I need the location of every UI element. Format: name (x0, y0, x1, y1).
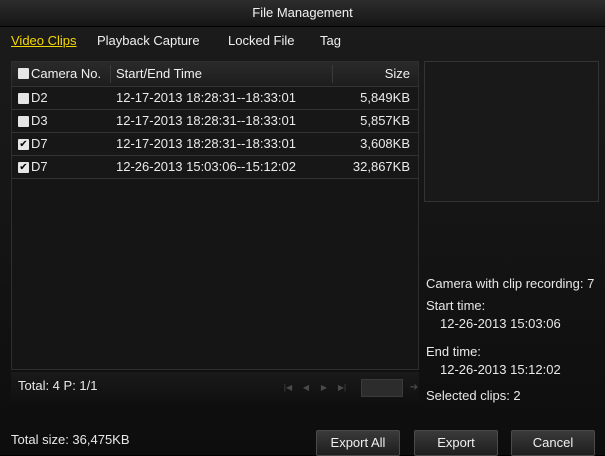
select-all-checkbox[interactable] (18, 68, 29, 79)
row-size: 5,849KB (360, 90, 410, 105)
row-camera: D3 (31, 113, 48, 128)
row-checkbox[interactable] (18, 116, 29, 127)
table-row[interactable]: D3 12-17-2013 18:28:31--18:33:01 5,857KB (12, 110, 418, 133)
start-time-value: 12-26-2013 15:03:06 (440, 316, 561, 331)
header-camera-no[interactable]: Camera No. (31, 62, 101, 86)
row-size: 3,608KB (360, 136, 410, 151)
preview-window (424, 61, 599, 202)
camera-clip-count: Camera with clip recording: 7 (426, 276, 595, 291)
row-camera: D7 (31, 159, 48, 174)
column-divider (332, 65, 333, 83)
table-row[interactable]: D2 12-17-2013 18:28:31--18:33:01 5,849KB (12, 87, 418, 110)
go-page-icon[interactable]: ➔ (407, 381, 421, 395)
prev-page-icon[interactable]: ◀ (299, 381, 313, 395)
tab-playback-capture[interactable]: Playback Capture (97, 30, 200, 52)
row-camera: D2 (31, 90, 48, 105)
row-checkbox[interactable] (18, 93, 29, 104)
export-button[interactable]: Export (414, 430, 498, 456)
tab-locked-file[interactable]: Locked File (228, 30, 294, 52)
tab-video-clips[interactable]: Video Clips (11, 30, 77, 52)
row-time: 12-26-2013 15:03:06--15:12:02 (116, 159, 296, 174)
next-page-icon[interactable]: ▶ (317, 381, 331, 395)
column-divider (110, 65, 111, 83)
row-time: 12-17-2013 18:28:31--18:33:01 (116, 90, 296, 105)
export-all-button[interactable]: Export All (316, 430, 400, 456)
header-start-end-time[interactable]: Start/End Time (116, 62, 202, 86)
row-camera: D7 (31, 136, 48, 151)
table-row[interactable]: ✔ D7 12-26-2013 15:03:06--15:12:02 32,86… (12, 156, 418, 179)
total-count: Total: 4 P: 1/1 (18, 378, 98, 393)
bottom-bar: Total size: 36,475KB Export All Export C… (0, 420, 605, 456)
list-footer: Total: 4 P: 1/1 |◀ ◀ ▶ ▶| ➔ (11, 372, 419, 402)
file-management-window: File Management Video Clips Playback Cap… (0, 0, 605, 456)
start-time-label: Start time: (426, 298, 486, 313)
total-size: Total size: 36,475KB (11, 432, 130, 447)
last-page-icon[interactable]: ▶| (335, 381, 349, 395)
end-time-label: End time: (426, 344, 481, 359)
table-header: Camera No. Start/End Time Size (12, 62, 418, 87)
table-row[interactable]: ✔ D7 12-17-2013 18:28:31--18:33:01 3,608… (12, 133, 418, 156)
header-size[interactable]: Size (385, 62, 410, 86)
end-time-value: 12-26-2013 15:12:02 (440, 362, 561, 377)
row-size: 5,857KB (360, 113, 410, 128)
row-time: 12-17-2013 18:28:31--18:33:01 (116, 113, 296, 128)
row-time: 12-17-2013 18:28:31--18:33:01 (116, 136, 296, 151)
clip-list: Camera No. Start/End Time Size D2 12-17-… (11, 61, 419, 370)
selected-clips: Selected clips: 2 (426, 388, 521, 403)
page-number-input[interactable] (361, 379, 403, 397)
first-page-icon[interactable]: |◀ (281, 381, 295, 395)
tab-bar: Video Clips Playback Capture Locked File… (0, 30, 605, 52)
tab-tag[interactable]: Tag (320, 30, 341, 52)
cancel-button[interactable]: Cancel (511, 430, 595, 456)
window-title: File Management (0, 0, 605, 27)
row-size: 32,867KB (352, 159, 410, 174)
row-checkbox[interactable]: ✔ (18, 162, 29, 173)
row-checkbox[interactable]: ✔ (18, 139, 29, 150)
